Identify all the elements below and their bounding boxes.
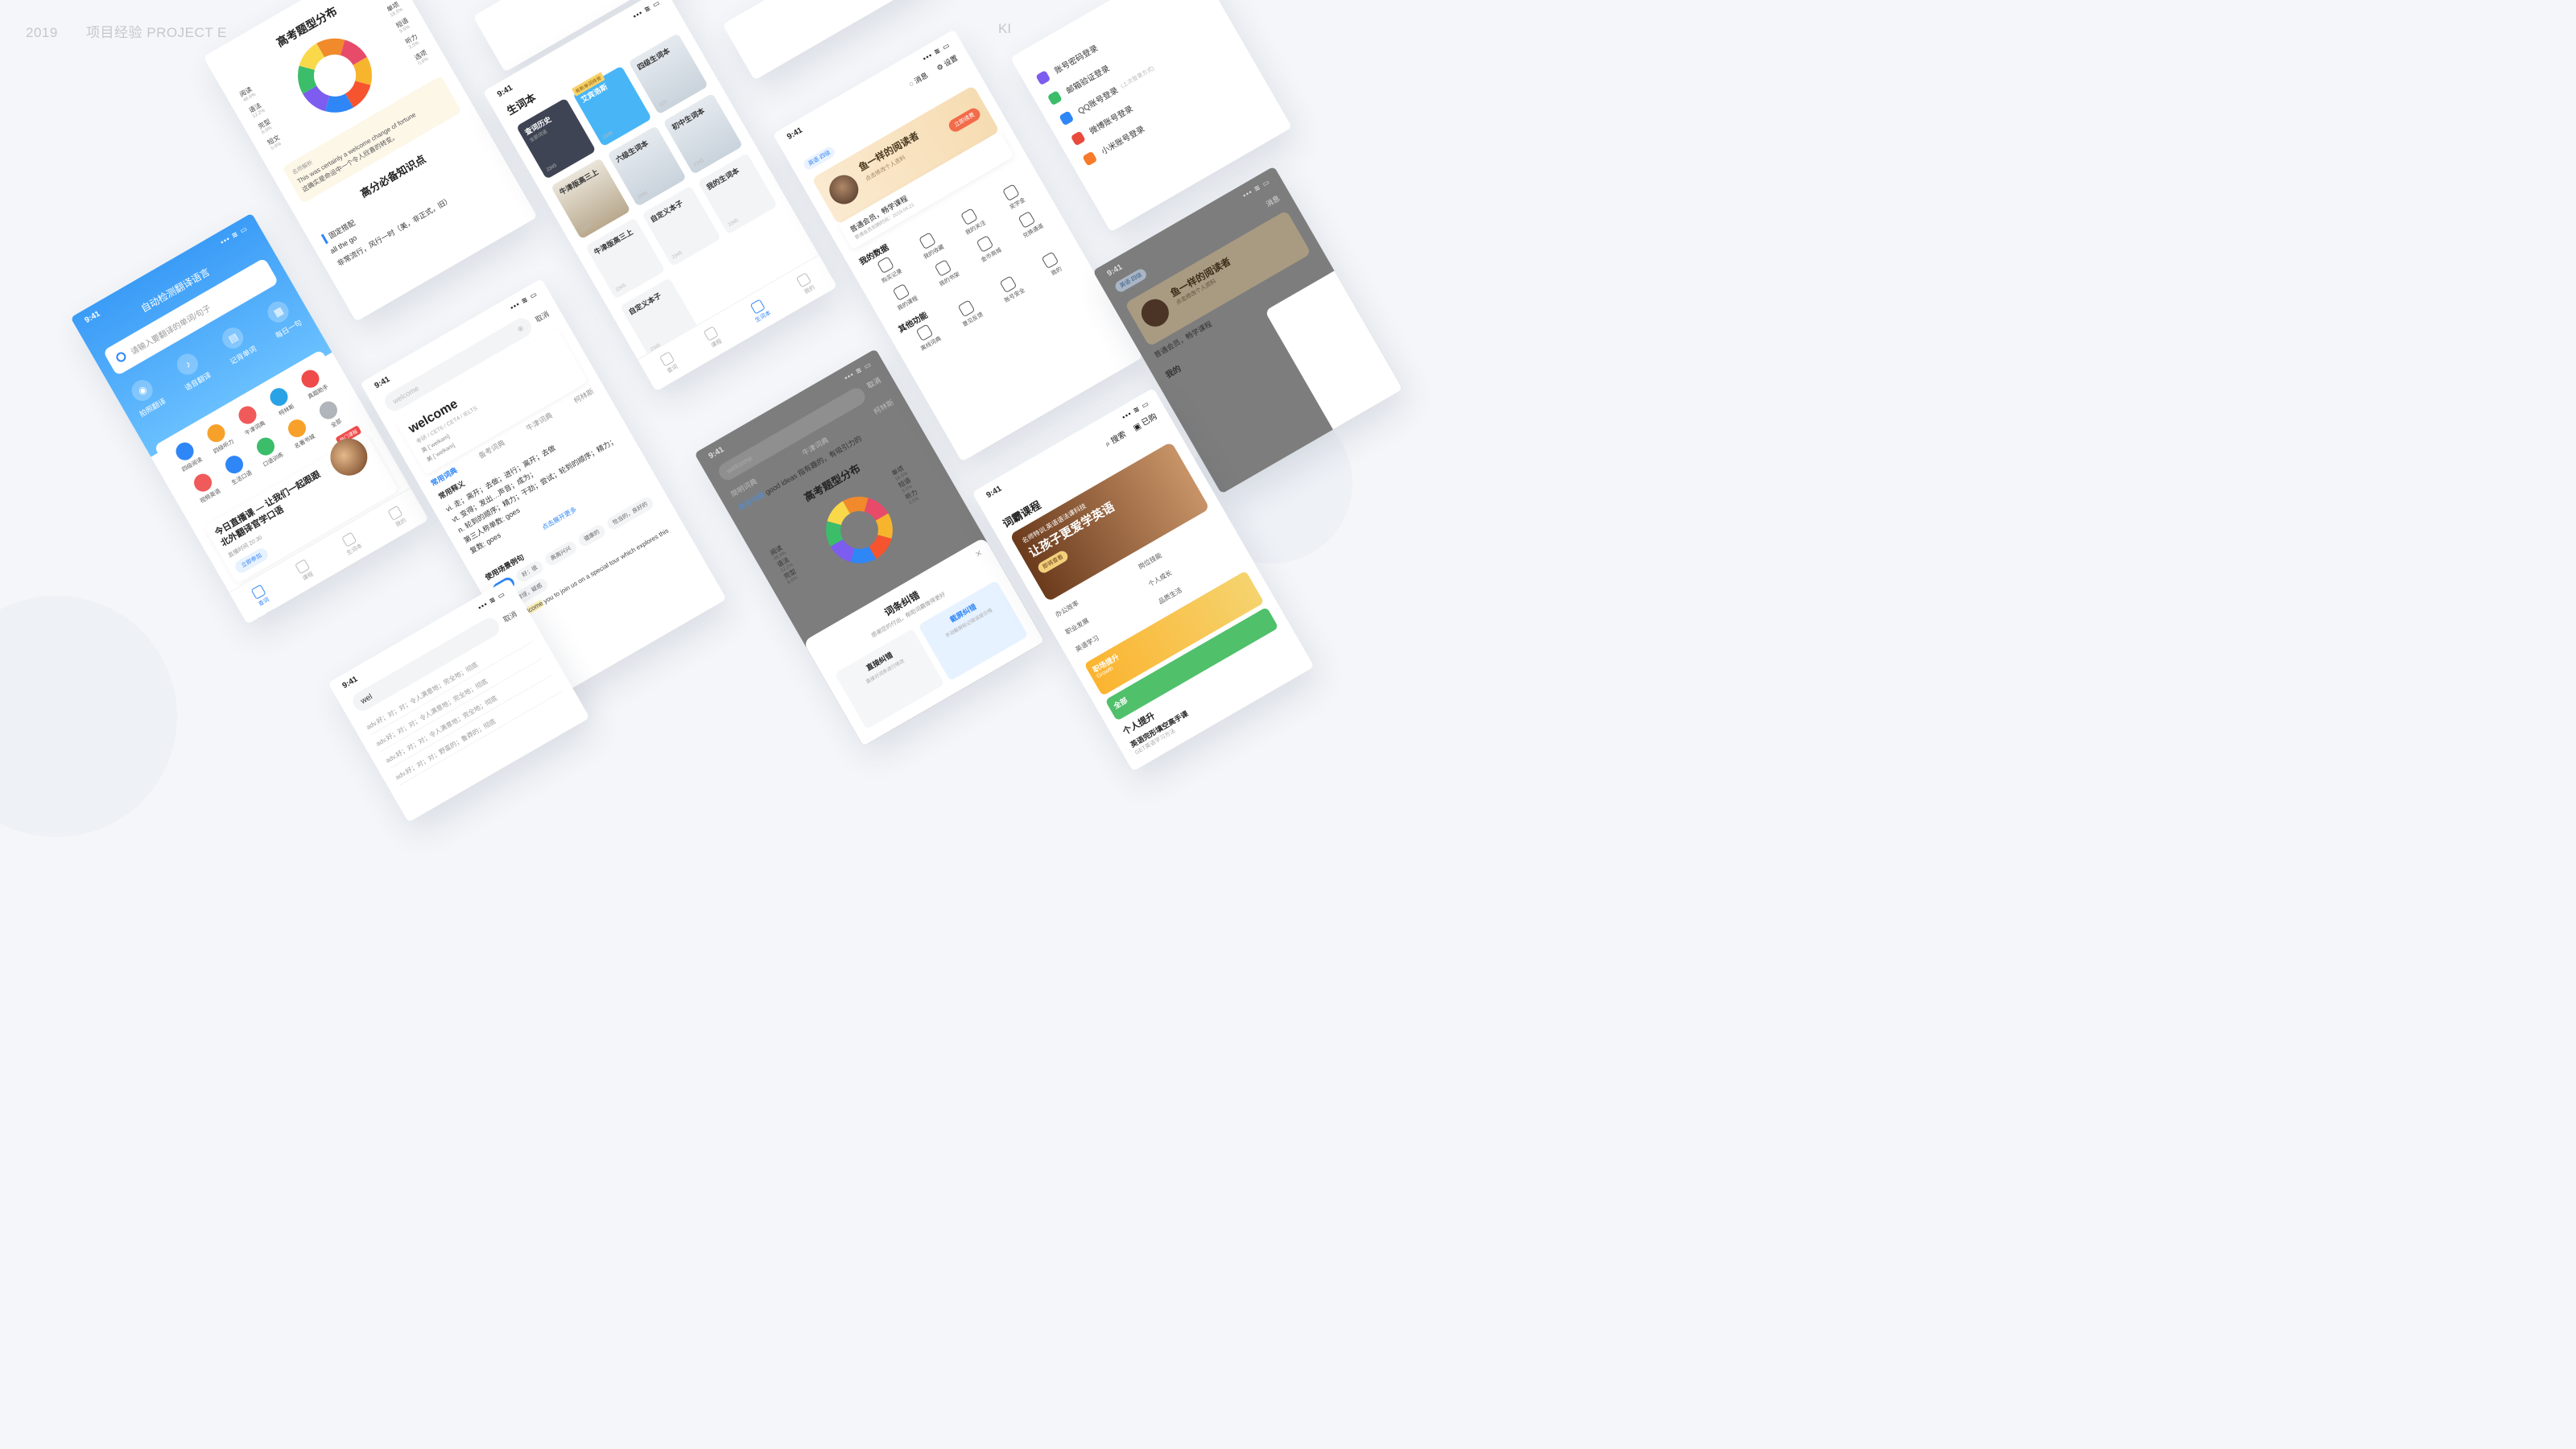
word-count: 2345 <box>692 158 705 168</box>
status-bar: 9:41 ▪▪▪ ≋ ▭ <box>70 213 259 330</box>
status-time: 9:41 <box>1105 262 1125 279</box>
legend-left: 阅读 48.6% 语法 12.2% 完型 6.6% <box>769 543 801 585</box>
login-icon <box>1059 109 1075 126</box>
cancel-button[interactable]: 取消 <box>501 608 518 624</box>
legend-right: 单项 18.5% 短语 9.5% 听力 3.5% <box>890 464 923 506</box>
legend-item: 短文 0.6% <box>266 134 283 152</box>
avatar <box>1136 294 1174 332</box>
status-time: 9:41 <box>707 445 726 461</box>
legend-left: 阅读 48.6% 语法 12.2% 完型 6.6% 短文 0.6% <box>236 80 287 155</box>
tab-courses[interactable]: 课程 <box>294 558 315 583</box>
login-icon <box>1082 151 1098 167</box>
quick-daily-sentence[interactable]: ▦ 每日一句 <box>261 295 303 341</box>
tab-wordbook[interactable]: 生词本 <box>339 530 364 557</box>
status-time: 9:41 <box>373 374 392 391</box>
status-time: 9:41 <box>786 126 804 142</box>
legend-item: 选项 0.6% <box>413 48 430 67</box>
donut-chart <box>826 496 893 564</box>
tab-profile[interactable]: 我的 <box>795 271 816 296</box>
login-icon <box>1035 69 1051 85</box>
word-count: 2345 <box>615 283 627 293</box>
cancel-button[interactable]: 取消 <box>533 308 551 324</box>
quick-memorize[interactable]: ▤ 记背单词 <box>216 321 258 366</box>
word-count: 2345 <box>727 218 740 228</box>
tab-lookup[interactable]: 查词 <box>250 584 270 608</box>
quick-photo-translate[interactable]: ◉ 拍照翻译 <box>125 374 167 419</box>
status-time: 9:41 <box>341 675 360 691</box>
legend-item: 阅读 48.6% <box>238 85 258 104</box>
legend-item: 短语 9.5% <box>394 16 411 35</box>
edit-profile-link[interactable]: 点击修改个人资料 <box>1174 233 1294 307</box>
word-count: 123 <box>658 99 668 108</box>
tab-lookup[interactable]: 查词 <box>658 351 679 375</box>
status-time: 9:41 <box>83 309 102 325</box>
legend-right: 单项 18.5% 短语 9.5% 听力 3.5% 选项 0.6% <box>382 0 434 71</box>
legend-item: 单项 18.5% <box>385 0 404 19</box>
mockup-stage: 高考题型分布 阅读 48.6% 语法 12.2% 完型 6.6% 短文 0.6% 单项 1… <box>0 0 1403 823</box>
login-option[interactable]: 账号密码登录 <box>1035 0 1200 85</box>
login-list: 账号密码登录 邮箱验证登录 QQ账号登录 (上次登录方式) 微博账号登录 小米账号登录 <box>1024 0 1258 173</box>
status-time: 9:41 <box>496 83 514 100</box>
cancel-button[interactable]: 取消 <box>865 374 886 397</box>
word-count: 2345 <box>580 223 592 233</box>
legend-item: 听力 3.5% <box>403 32 420 51</box>
quick-voice-translate[interactable]: ♪ 语音翻译 <box>170 348 213 393</box>
legend-item: 语法 12.2% <box>247 101 266 120</box>
word-count: 2345 <box>637 190 649 200</box>
message-button[interactable]: 消息 <box>1264 192 1282 208</box>
search-icon <box>114 350 128 364</box>
word-count: 2345 <box>602 130 614 141</box>
tab-wordbook[interactable]: 生词本 <box>747 297 772 324</box>
avatar[interactable] <box>824 169 864 210</box>
login-icon <box>1070 130 1086 147</box>
message-button[interactable]: ◌ 消息 <box>906 69 930 89</box>
overlay-panel <box>1264 262 1403 444</box>
word-count: 2345 <box>546 163 558 173</box>
tab-profile[interactable]: 我的 <box>387 505 407 529</box>
tab-courses[interactable]: 课程 <box>703 325 723 350</box>
legend-item: 完型 6.6% <box>257 118 274 136</box>
login-icon <box>1046 89 1063 105</box>
clear-icon[interactable]: ⊗ <box>515 324 525 334</box>
word-count: 2345 <box>671 250 683 261</box>
